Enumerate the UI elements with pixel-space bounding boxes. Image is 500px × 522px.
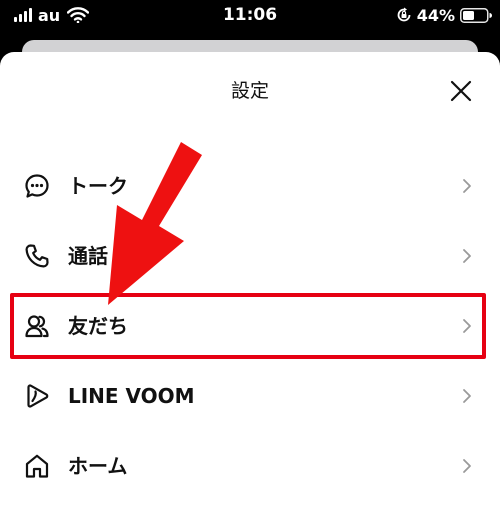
annotation-arrow — [108, 142, 202, 305]
